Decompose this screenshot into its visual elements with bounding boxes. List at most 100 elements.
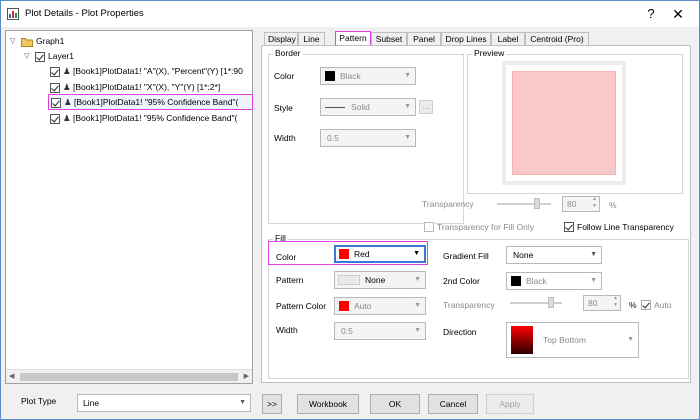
- scroll-left-icon[interactable]: ◀: [9, 372, 14, 380]
- second-color-label: 2nd Color: [443, 276, 480, 286]
- border-color-dropdown[interactable]: Black ▼: [320, 67, 416, 85]
- transparency-label: Transparency: [422, 199, 474, 209]
- plot-type-label: Plot Type: [21, 396, 57, 406]
- auto-checkbox[interactable]: [641, 300, 651, 310]
- transparency-fill-only-label: Transparency for Fill Only: [437, 222, 534, 232]
- visibility-checkbox[interactable]: [51, 97, 61, 108]
- chevron-down-icon: ▼: [404, 72, 411, 79]
- direction-dropdown[interactable]: Top Bottom ▼: [506, 322, 639, 358]
- ok-button[interactable]: OK: [370, 394, 420, 414]
- plot-type-dropdown[interactable]: Line ▼: [77, 394, 251, 412]
- fill-transparency-label: Transparency: [443, 300, 495, 310]
- border-group-label: Border: [273, 48, 303, 58]
- pattern-color-value: Auto: [354, 301, 372, 311]
- horizontal-scrollbar[interactable]: ◀ ▶: [6, 369, 252, 383]
- pattern-panel: Border Color Black ▼ Style Solid ▼ ... W…: [261, 45, 691, 383]
- border-color-value: Black: [340, 71, 361, 81]
- cancel-button[interactable]: Cancel: [428, 394, 478, 414]
- slider-thumb[interactable]: [548, 297, 554, 308]
- tree-node-graph1[interactable]: ▽ Graph1: [10, 34, 64, 49]
- tree-node-label: [Book1]PlotData1! "X"(X), "Y"(Y) [1*:2*]: [73, 82, 221, 92]
- tab-display[interactable]: Display: [264, 32, 298, 46]
- follow-line-transparency-label: Follow Line Transparency: [577, 222, 674, 232]
- pattern-label: Pattern: [276, 275, 304, 285]
- person-icon: ♟: [63, 113, 71, 123]
- fill-width-dropdown[interactable]: 0.5 ▼: [334, 322, 426, 340]
- color-swatch: [325, 71, 335, 81]
- direction-label: Direction: [443, 327, 477, 337]
- gradient-fill-dropdown[interactable]: None ▼: [506, 246, 602, 264]
- expand-button[interactable]: >>: [262, 394, 282, 414]
- transparency-fill-only-checkbox[interactable]: [424, 222, 434, 232]
- chevron-down-icon: ▼: [590, 251, 597, 258]
- direction-value: Top Bottom: [543, 335, 586, 345]
- tree-node-plot[interactable]: ♟ [Book1]PlotData1! "A"(X), "Percent"(Y) …: [50, 64, 243, 79]
- transparency-spinbox[interactable]: 80 ▲ ▼: [562, 196, 600, 212]
- visibility-checkbox[interactable]: [50, 82, 60, 93]
- tab-subset[interactable]: Subset: [371, 32, 407, 46]
- transparency-slider[interactable]: [497, 198, 551, 209]
- chevron-down-icon: ▼: [239, 399, 246, 406]
- visibility-checkbox[interactable]: [50, 113, 60, 124]
- plot-type-value: Line: [83, 398, 100, 408]
- fill-transparency-value: 80: [588, 298, 598, 308]
- visibility-checkbox[interactable]: [35, 51, 45, 62]
- person-icon: ♟: [63, 66, 71, 76]
- tree-node-label: [Book1]PlotData1! "95% Confidence Band"(: [74, 97, 239, 107]
- apply-button[interactable]: Apply: [486, 394, 534, 414]
- fill-transparency-unit: %: [629, 300, 637, 310]
- gradient-fill-label: Gradient Fill: [443, 251, 489, 261]
- fill-transparency-spinbox[interactable]: 80 ▲ ▼: [583, 295, 621, 311]
- second-color-value: Black: [526, 276, 547, 286]
- tab-drop-lines[interactable]: Drop Lines: [441, 32, 491, 46]
- tab-pattern[interactable]: Pattern: [335, 31, 371, 46]
- chevron-down-icon: ▼: [413, 250, 420, 257]
- border-width-value: 0.5: [327, 133, 339, 143]
- preview-fill: [512, 71, 616, 175]
- fill-width-value: 0.5: [341, 326, 353, 336]
- tree-node-plot[interactable]: ♟ [Book1]PlotData1! "X"(X), "Y"(Y) [1*:2*…: [50, 80, 220, 95]
- tree-node-layer1[interactable]: ▽ Layer1: [24, 49, 74, 64]
- spin-icon: ▲ ▼: [613, 295, 618, 308]
- border-width-label: Width: [274, 133, 296, 143]
- tab-line[interactable]: Line: [298, 32, 325, 46]
- preview-frame: [502, 61, 626, 185]
- chevron-down-icon: ▼: [627, 336, 634, 343]
- color-swatch: [339, 249, 349, 259]
- tree-node-label: [Book1]PlotData1! "A"(X), "Percent"(Y) […: [73, 66, 243, 76]
- tree-node-plot[interactable]: ♟ [Book1]PlotData1! "95% Confidence Band"…: [50, 111, 237, 126]
- tree-node-plot-selected[interactable]: ♟ [Book1]PlotData1! "95% Confidence Band"…: [48, 94, 253, 110]
- tab-panel[interactable]: Panel: [407, 32, 441, 46]
- chevron-down-icon: ▼: [404, 103, 411, 110]
- pattern-color-dropdown[interactable]: Auto ▼: [334, 297, 426, 315]
- fill-transparency-slider[interactable]: [510, 297, 562, 308]
- window-title: Plot Details - Plot Properties: [25, 8, 144, 19]
- second-color-dropdown[interactable]: Black ▼: [506, 272, 602, 290]
- expand-icon[interactable]: ▽: [24, 49, 32, 64]
- border-width-dropdown[interactable]: 0.5 ▼: [320, 129, 416, 147]
- follow-line-transparency-checkbox[interactable]: [564, 222, 574, 232]
- border-color-label: Color: [274, 71, 295, 81]
- close-button[interactable]: ✕: [667, 5, 689, 23]
- app-icon: [7, 8, 19, 20]
- scrollbar-thumb[interactable]: [20, 373, 238, 381]
- fill-width-label: Width: [276, 325, 298, 335]
- plot-tree[interactable]: ▽ Graph1 ▽ Layer1 ♟ [Book1]PlotData1! "A"(X…: [5, 30, 253, 384]
- help-button[interactable]: ?: [641, 5, 661, 23]
- workbook-button[interactable]: Workbook: [297, 394, 359, 414]
- border-style-dropdown[interactable]: Solid ▼: [320, 98, 416, 116]
- tab-centroid-pro[interactable]: Centroid (Pro): [525, 32, 589, 46]
- tab-label[interactable]: Label: [491, 32, 525, 46]
- slider-thumb[interactable]: [534, 198, 540, 209]
- fill-color-value: Red: [354, 249, 370, 259]
- pattern-dropdown[interactable]: None ▼: [334, 271, 426, 289]
- fill-color-dropdown[interactable]: Red ▼: [334, 245, 426, 263]
- spin-icon: ▲ ▼: [592, 196, 597, 209]
- border-style-more-button[interactable]: ...: [419, 100, 433, 114]
- scroll-right-icon[interactable]: ▶: [244, 372, 249, 380]
- person-icon: ♟: [64, 97, 72, 107]
- visibility-checkbox[interactable]: [50, 66, 60, 77]
- auto-label: Auto: [654, 300, 672, 310]
- gradient-direction-icon: [511, 326, 533, 354]
- expand-icon[interactable]: ▽: [10, 34, 18, 49]
